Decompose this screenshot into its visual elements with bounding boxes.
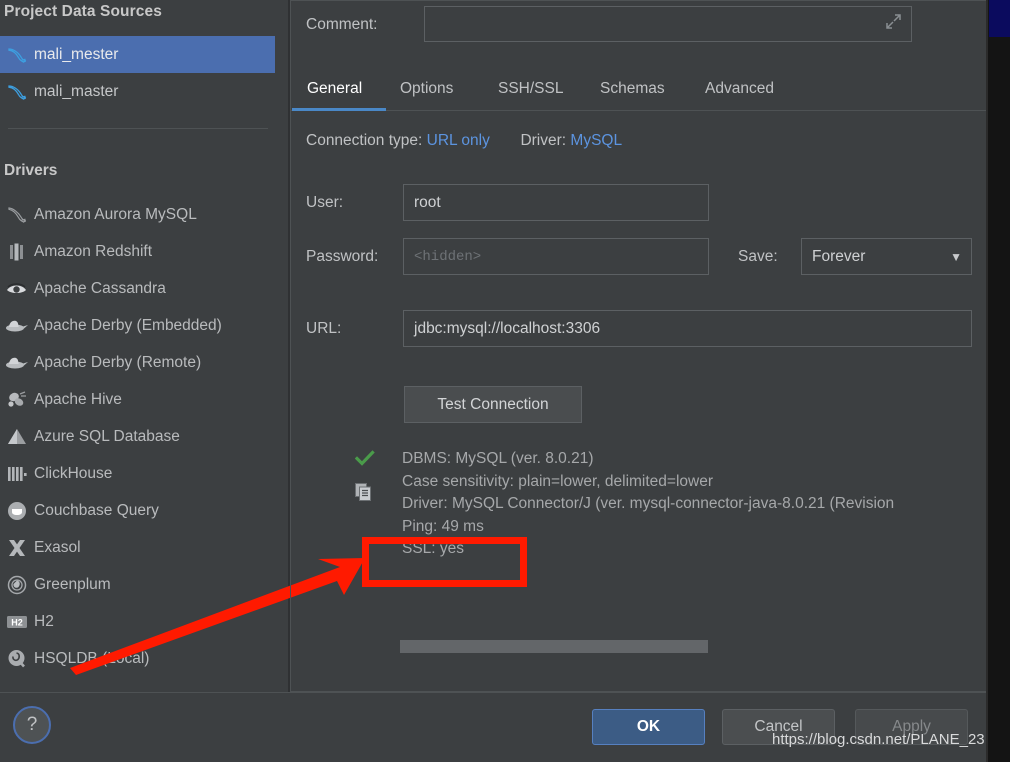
driver-item-apache-derby-embedded[interactable]: Apache Derby (Embedded) xyxy=(0,307,275,345)
exasol-x-icon xyxy=(0,538,34,558)
ok-button[interactable]: OK xyxy=(592,709,705,745)
driver-label: H2 xyxy=(34,612,54,630)
couchbase-icon xyxy=(0,501,34,521)
driver-label: Amazon Aurora MySQL xyxy=(34,205,197,223)
greenplum-icon xyxy=(0,575,34,595)
driver-item-azure-sql-database[interactable]: Azure SQL Database xyxy=(0,418,275,456)
watermark-url: https://blog.csdn.net/PLANE_23 xyxy=(772,731,985,748)
driver-label: Azure SQL Database xyxy=(34,427,180,445)
driver-label: Couchbase Query xyxy=(34,501,159,519)
tab-schemas[interactable]: Schemas xyxy=(593,68,672,110)
tab-ssh-ssl[interactable]: SSH/SSL xyxy=(491,68,570,110)
expand-arrows-icon[interactable] xyxy=(885,13,902,35)
project-data-sources-title: Project Data Sources xyxy=(4,3,162,20)
driver-value[interactable]: MySQL xyxy=(570,132,622,149)
tab-options[interactable]: Options xyxy=(393,68,460,110)
test-connection-button[interactable]: Test Connection xyxy=(404,386,582,423)
mysql-dolphin-icon xyxy=(0,82,34,102)
panel-top-border xyxy=(290,0,986,1)
chevron-down-icon: ▼ xyxy=(950,249,962,264)
help-button[interactable]: ? xyxy=(13,706,51,744)
sidebar-scrollbar-track[interactable] xyxy=(275,0,562,692)
driver-label: Apache Derby (Embedded) xyxy=(34,316,222,334)
h2-icon: H2 xyxy=(0,614,34,630)
driver-item-apache-hive[interactable]: Apache Hive xyxy=(0,381,275,419)
driver-label-static: Driver: xyxy=(520,132,567,149)
result-line-dbms: DBMS: MySQL (ver. 8.0.21) xyxy=(402,450,594,467)
driver-label: Apache Derby (Remote) xyxy=(34,353,202,371)
result-line-case-sensitivity: Case sensitivity: plain=lower, delimited… xyxy=(402,472,714,490)
comment-row: Comment: xyxy=(306,6,966,46)
hive-bee-icon xyxy=(0,390,34,410)
active-tab-underline xyxy=(292,108,386,111)
derby-hat-icon xyxy=(0,318,34,334)
panel-left-border xyxy=(290,0,291,692)
url-label: URL: xyxy=(306,320,342,337)
app-window: Project Data Sources mali_mester mali_ma… xyxy=(0,0,1010,762)
data-source-label: mali_master xyxy=(34,82,119,100)
tab-bar-separator xyxy=(290,110,986,111)
annotation-highlight-box xyxy=(362,537,527,587)
save-dropdown-value: Forever xyxy=(812,247,866,265)
password-label: Password: xyxy=(306,248,379,265)
driver-item-apache-derby-remote[interactable]: Apache Derby (Remote) xyxy=(0,344,275,382)
save-dropdown[interactable]: Forever ▼ xyxy=(801,238,972,275)
mysql-dolphin-icon xyxy=(0,45,34,65)
driver-item-hsqldb-local[interactable]: HSQLDB (Local) xyxy=(0,640,275,678)
driver-label: Exasol xyxy=(34,538,81,556)
tab-bar: General Options SSH/SSL Schemas Advanced xyxy=(290,68,986,112)
result-line-ping: Ping: 49 ms xyxy=(402,517,484,535)
azure-icon xyxy=(0,428,34,446)
settings-panel: Comment: General Options SSH/SSL Schemas… xyxy=(290,0,986,692)
sidebar-divider xyxy=(8,128,268,129)
connection-type-row: Connection type: URL only Driver: MySQL xyxy=(306,132,622,150)
hsqldb-icon xyxy=(0,649,34,669)
user-label: User: xyxy=(306,194,344,211)
driver-item-greenplum[interactable]: Greenplum xyxy=(0,566,275,604)
green-check-icon xyxy=(354,450,375,472)
panel-horizontal-scrollbar[interactable] xyxy=(400,640,708,653)
clickhouse-icon xyxy=(0,465,34,483)
driver-label: Greenplum xyxy=(34,575,111,593)
driver-item-amazon-aurora-mysql[interactable]: Amazon Aurora MySQL xyxy=(0,196,275,234)
save-label: Save: xyxy=(738,248,778,265)
left-sidebar: Project Data Sources mali_mester mali_ma… xyxy=(0,0,275,692)
user-input[interactable]: root xyxy=(403,184,709,221)
tab-advanced[interactable]: Advanced xyxy=(698,68,781,110)
driver-item-clickhouse[interactable]: ClickHouse xyxy=(0,455,275,493)
driver-item-exasol[interactable]: Exasol xyxy=(0,529,275,567)
connection-type-label: Connection type: xyxy=(306,132,423,149)
driver-label: Amazon Redshift xyxy=(34,242,153,260)
svg-text:H2: H2 xyxy=(11,617,23,627)
tab-general[interactable]: General xyxy=(300,68,369,110)
aurora-mysql-icon xyxy=(0,205,34,225)
driver-item-couchbase-query[interactable]: Couchbase Query xyxy=(0,492,275,530)
connection-type-value[interactable]: URL only xyxy=(427,132,490,149)
driver-label: HSQLDB (Local) xyxy=(34,649,150,667)
data-source-item-mali-master[interactable]: mali_master xyxy=(0,73,275,110)
desktop-edge-strip xyxy=(988,0,1010,762)
result-line-driver: Driver: MySQL Connector/J (ver. mysql-co… xyxy=(402,495,895,512)
driver-item-apache-cassandra[interactable]: Apache Cassandra xyxy=(0,270,275,308)
derby-hat-icon xyxy=(0,355,34,371)
footer-separator xyxy=(0,692,986,693)
comment-label: Comment: xyxy=(306,16,378,33)
password-input[interactable]: <hidden> xyxy=(403,238,709,275)
comment-input[interactable] xyxy=(424,6,912,42)
navy-corner-block xyxy=(989,0,1010,37)
redshift-icon xyxy=(0,242,34,262)
driver-label: Apache Hive xyxy=(34,390,122,408)
driver-item-h2[interactable]: H2 H2 xyxy=(0,603,275,641)
copy-icon[interactable] xyxy=(354,482,374,502)
data-source-item-mali-mester[interactable]: mali_mester xyxy=(0,36,275,73)
driver-label: Apache Cassandra xyxy=(34,279,166,297)
drivers-section-title: Drivers xyxy=(4,162,58,179)
data-source-label: mali_mester xyxy=(34,45,119,63)
driver-item-amazon-redshift[interactable]: Amazon Redshift xyxy=(0,233,275,271)
driver-label: ClickHouse xyxy=(34,464,113,482)
cassandra-eye-icon xyxy=(0,281,34,297)
url-input[interactable]: jdbc:mysql://localhost:3306 xyxy=(403,310,972,347)
